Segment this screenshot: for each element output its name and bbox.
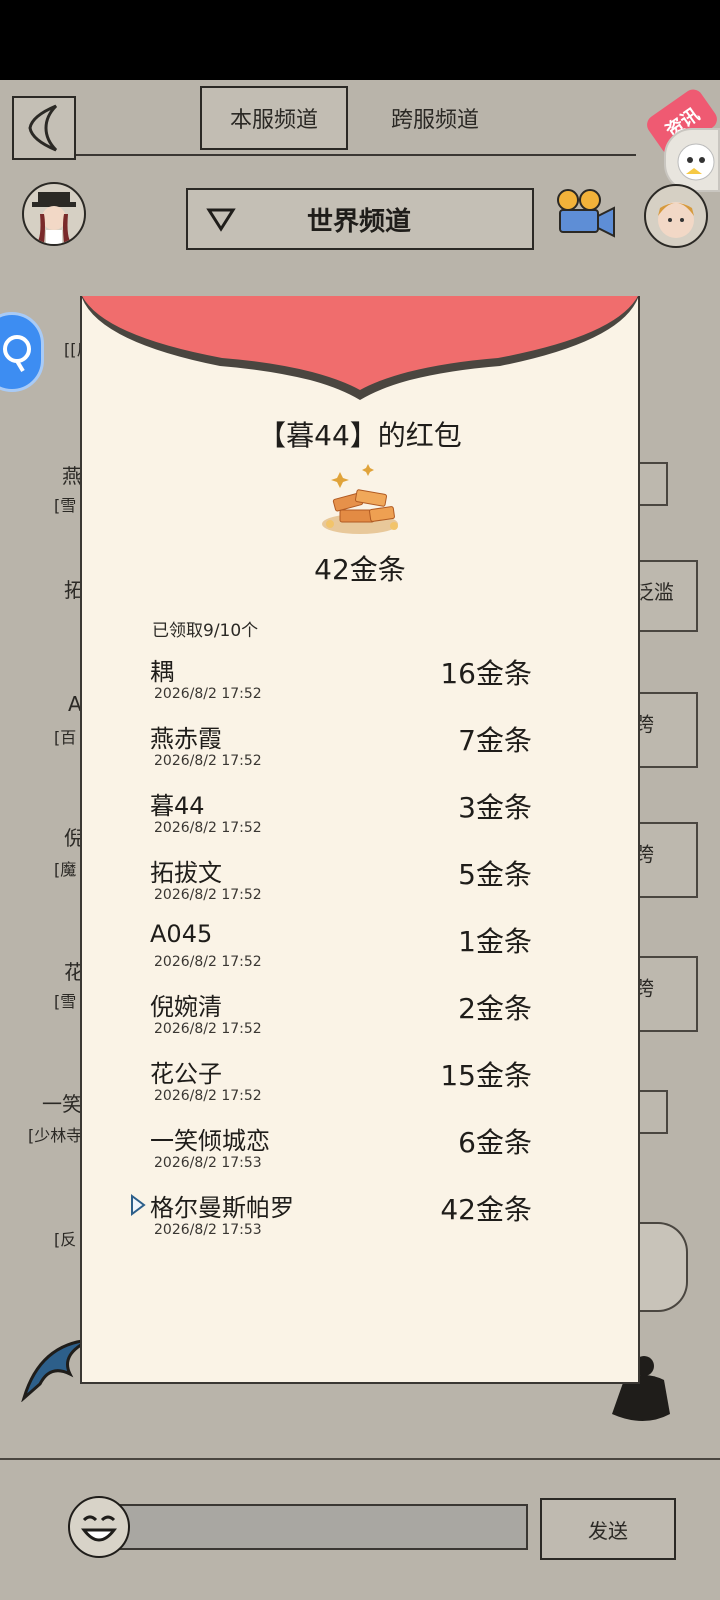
red-packet-title: 【暮44】的红包 <box>258 419 462 452</box>
floating-assistant-widget[interactable] <box>664 128 720 192</box>
claim-amount: 1金条 <box>458 925 532 958</box>
claim-amount: 2金条 <box>458 992 532 1025</box>
claim-amount: 5金条 <box>458 858 532 891</box>
divider <box>0 1458 720 1460</box>
emoji-button[interactable] <box>68 1496 130 1558</box>
claim-row: 倪婉清 2026/8/2 17:52 2金条 <box>140 987 540 1053</box>
claim-time: 2026/8/2 17:52 <box>154 1088 262 1104</box>
bg-chat-fragment: [少林寺 <box>28 1126 83 1145</box>
bg-chat-fragment: [反 <box>54 1230 77 1249</box>
claim-row: 暮44 2026/8/2 17:52 3金条 <box>140 786 540 852</box>
claimer-name: 燕赤霞 <box>150 725 222 753</box>
npc-avatar[interactable] <box>644 184 708 248</box>
channel-dropdown[interactable]: 世界频道 <box>186 188 534 250</box>
claimer-name: 耦 <box>150 658 174 686</box>
triangle-down-icon <box>206 208 236 232</box>
claim-time: 2026/8/2 17:52 <box>154 820 262 836</box>
bg-chat-fragment: 一笑 <box>42 1092 82 1116</box>
claim-time: 2026/8/2 17:53 <box>154 1222 262 1238</box>
bg-chat-fragment: [百 <box>54 728 77 747</box>
claim-row: 燕赤霞 2026/8/2 17:52 7金条 <box>140 719 540 785</box>
bg-chat-fragment: 燕 <box>62 464 82 488</box>
gold-bars-icon <box>322 464 398 534</box>
bg-chat-bubble <box>632 1222 688 1312</box>
bg-chat-fragment: [魔 <box>54 860 77 879</box>
claim-row: 一笑倾城恋 2026/8/2 17:53 6金条 <box>140 1121 540 1187</box>
send-button[interactable]: 发送 <box>540 1498 676 1560</box>
assistant-icon <box>677 143 715 181</box>
divider <box>76 154 636 156</box>
tab-cross-server[interactable]: 跨服频道 <box>370 86 500 150</box>
camera-button[interactable] <box>552 186 618 242</box>
claim-time: 2026/8/2 17:52 <box>154 753 262 769</box>
current-user-marker-icon <box>131 1194 146 1216</box>
claim-time: 2026/8/2 17:52 <box>154 686 262 702</box>
search-icon <box>3 335 31 373</box>
search-fab[interactable] <box>0 312 44 392</box>
claim-time: 2026/8/2 17:52 <box>154 954 262 970</box>
claimer-name: 格尔曼斯帕罗 <box>150 1194 294 1222</box>
claimer-name: 一笑倾城恋 <box>150 1127 270 1155</box>
back-arrow-icon <box>28 104 58 152</box>
claimer-name: 拓拔文 <box>150 859 222 887</box>
claim-time: 2026/8/2 17:52 <box>154 887 262 903</box>
movie-camera-icon <box>557 189 615 238</box>
player-avatar[interactable] <box>22 182 86 246</box>
claimer-name: 暮44 <box>150 792 205 820</box>
red-packet-flap <box>82 296 638 400</box>
girl-portrait-icon <box>658 202 694 238</box>
bg-chat-fragment: [雪 <box>54 992 77 1011</box>
tab-local-server[interactable]: 本服频道 <box>200 86 348 150</box>
claim-amount: 6金条 <box>458 1126 532 1159</box>
claim-amount: 42金条 <box>440 1193 532 1226</box>
claim-amount: 3金条 <box>458 791 532 824</box>
claim-row: A045 2026/8/2 17:52 1金条 <box>140 920 540 986</box>
claimer-name: 倪婉清 <box>150 993 222 1021</box>
bg-chat-fragment: [雪 <box>54 496 77 515</box>
channel-label: 世界频道 <box>306 206 411 237</box>
claim-amount: 7金条 <box>458 724 532 757</box>
total-amount: 42金条 <box>314 553 406 586</box>
claim-time: 2026/8/2 17:53 <box>154 1155 262 1171</box>
claim-row: 拓拔文 2026/8/2 17:52 5金条 <box>140 853 540 919</box>
claimed-count: 已领取9/10个 <box>152 621 259 641</box>
claimer-name: 花公子 <box>150 1060 222 1088</box>
chat-input[interactable] <box>118 1504 528 1550</box>
claimer-name: A045 <box>150 920 213 948</box>
avatar-portrait-icon <box>32 192 76 244</box>
claim-row: 格尔曼斯帕罗 2026/8/2 17:53 42金条 <box>131 1188 540 1254</box>
back-button[interactable] <box>12 96 76 160</box>
claim-amount: 15金条 <box>440 1059 532 1092</box>
claim-time: 2026/8/2 17:52 <box>154 1021 262 1037</box>
emoji-icon <box>80 1515 118 1542</box>
status-bar <box>0 0 720 80</box>
claim-row: 花公子 2026/8/2 17:52 15金条 <box>140 1054 540 1120</box>
claim-amount: 16金条 <box>440 657 532 690</box>
claim-row: 耦 2026/8/2 17:52 16金条 <box>140 652 540 718</box>
